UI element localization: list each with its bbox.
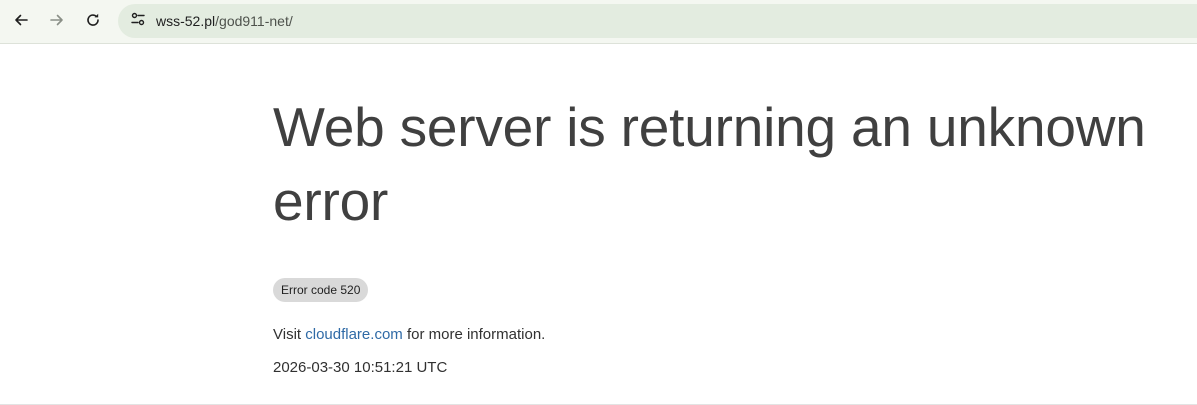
browser-toolbar: wss-52.pl/god911-net/ xyxy=(0,0,1197,44)
visit-suffix: for more information. xyxy=(402,326,546,343)
reload-button[interactable] xyxy=(79,6,107,34)
back-button[interactable] xyxy=(7,6,35,34)
site-info-button[interactable] xyxy=(126,9,150,33)
error-headline: Web server is returning an unknown error xyxy=(273,96,1146,232)
url-path: /god911-net/ xyxy=(215,13,293,29)
address-bar[interactable]: wss-52.pl/god911-net/ xyxy=(118,4,1197,38)
error-timestamp: 2026-03-30 10:51:21 UTC xyxy=(273,359,448,376)
site-info-icon xyxy=(130,11,146,32)
forward-arrow-icon xyxy=(49,12,65,28)
error-page-content: Web server is returning an unknown error… xyxy=(273,90,1193,377)
cloudflare-link[interactable]: cloudflare.com xyxy=(305,326,403,343)
visit-prefix: Visit xyxy=(273,326,306,343)
back-arrow-icon xyxy=(13,12,29,28)
visit-info-line: Visit cloudflare.com for more informatio… xyxy=(273,326,1193,344)
forward-button[interactable] xyxy=(43,6,71,34)
url-text[interactable]: wss-52.pl/god911-net/ xyxy=(156,13,293,29)
url-host: wss-52.pl xyxy=(156,13,216,29)
reload-icon xyxy=(85,12,101,28)
error-code-badge: Error code 520 xyxy=(273,278,369,302)
